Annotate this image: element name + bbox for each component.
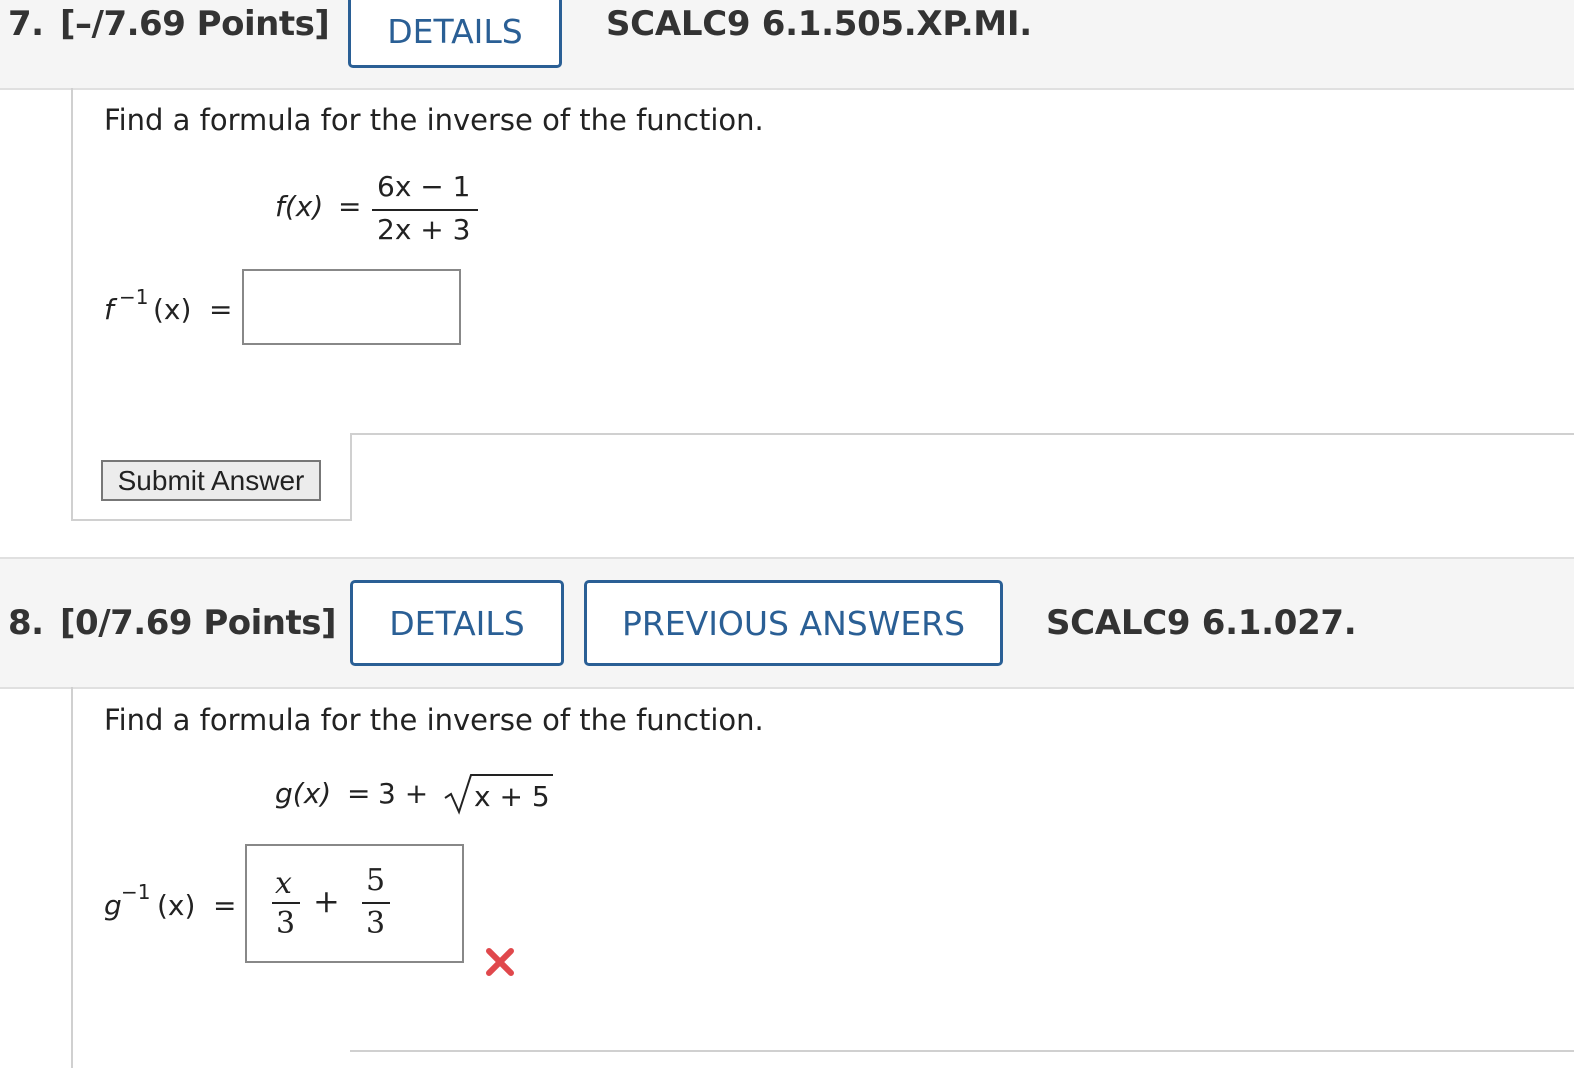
q7-submit-answer-button[interactable]: Submit Answer [101, 460, 321, 501]
q7-equals: = [338, 190, 362, 223]
q7-number: 7. [8, 4, 44, 44]
q8-inverse-lhs-exp: −1 [121, 880, 151, 904]
q8-answer-frac2-bar [362, 902, 390, 904]
q8-number: 8. [8, 603, 44, 643]
incorrect-x-icon [486, 948, 514, 976]
q8-answer-frac2-num: 5 [366, 863, 386, 898]
q8-radicand: x + 5 [474, 780, 550, 813]
q7-code: SCALC9 6.1.505.XP.MI. [606, 4, 1032, 44]
q7-panel-right-border [350, 433, 352, 521]
q8-points: [0/7.69 Points] [60, 603, 337, 643]
q7-inverse-lhs-exp: −1 [119, 285, 149, 309]
q7-inverse-equals: = [209, 293, 233, 326]
q7-details-button[interactable]: DETAILS [348, 0, 562, 68]
q8-answer-frac1-num: x [275, 866, 292, 901]
q8-inverse-lhs-base: g [104, 889, 122, 922]
q8-answer-operator: + [313, 882, 340, 920]
q7-inverse-lhs-base: f [104, 293, 114, 326]
q7-function-lhs: f(x) [275, 190, 324, 223]
q8-answer-frac2-den: 3 [366, 906, 386, 941]
q7-panel-left-border [71, 88, 73, 520]
q7-denominator: 2x + 3 [377, 213, 471, 246]
q7-points: [–/7.69 Points] [60, 4, 330, 44]
q7-fraction-bar [372, 209, 478, 211]
q8-equals: = [347, 777, 371, 810]
q8-inverse-lhs-arg: (x) [157, 889, 196, 922]
q8-panel-top-divider [350, 1050, 1574, 1052]
q8-code: SCALC9 6.1.027. [1046, 603, 1357, 643]
q7-numerator: 6x − 1 [377, 170, 471, 203]
q7-panel-top-divider [350, 433, 1574, 435]
q7-prompt: Find a formula for the inverse of the fu… [104, 103, 764, 137]
q8-answer-frac1-bar [272, 902, 300, 904]
q8-details-button[interactable]: DETAILS [350, 580, 564, 666]
q7-inverse-lhs-arg: (x) [153, 293, 192, 326]
q8-panel-left-border [71, 687, 73, 1068]
q8-prompt: Find a formula for the inverse of the fu… [104, 703, 764, 737]
q8-function-lhs: g(x) [275, 777, 332, 810]
q8-answer-frac1-den: 3 [276, 906, 296, 941]
q7-answer-input[interactable] [242, 269, 461, 345]
q8-inverse-equals: = [213, 889, 237, 922]
q8-previous-answers-button[interactable]: PREVIOUS ANSWERS [584, 580, 1003, 666]
q8-answer-input[interactable]: x 3 + 5 3 [245, 844, 464, 963]
q7-panel-bottom-border [71, 519, 352, 521]
q8-function-rhs: 3 + [378, 777, 429, 810]
